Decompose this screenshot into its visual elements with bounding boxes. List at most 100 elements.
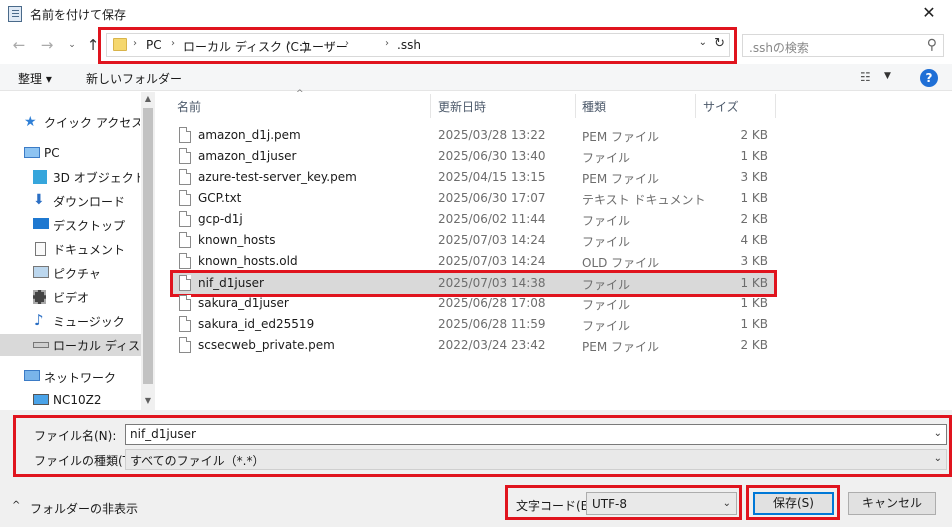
file-type: PEM ファイル	[582, 172, 659, 186]
sidebar-item-label: NC10Z2	[53, 393, 102, 407]
column-header-size[interactable]: サイズ	[703, 98, 739, 115]
sidebar-item-quick-access[interactable]: ★ クイック アクセス	[0, 111, 140, 133]
filename-value: nif_d1juser	[130, 427, 196, 441]
sidebar-item-music[interactable]: ♪ ミュージック	[0, 310, 140, 332]
file-row[interactable]: azure-test-server_key.pem 2025/04/15 13:…	[173, 167, 776, 188]
file-size: 1 KB	[740, 149, 768, 163]
column-header-type[interactable]: 種類	[582, 98, 606, 115]
file-row[interactable]: sakura_d1juser 2025/06/28 17:08 ファイル 1 K…	[173, 293, 776, 314]
scroll-down-icon[interactable]: ▼	[141, 396, 155, 405]
file-icon	[179, 316, 191, 332]
search-icon: ⚲	[926, 37, 937, 53]
view-options-icon[interactable]: ☷	[860, 70, 871, 84]
music-icon: ♪	[34, 311, 44, 329]
sidebar-item-nc10z2[interactable]: NC10Z2	[0, 390, 140, 412]
text-file-icon	[179, 190, 191, 206]
picture-icon	[33, 266, 49, 278]
sidebar-item-videos[interactable]: ビデオ	[0, 286, 140, 308]
save-button[interactable]: 保存(S)	[753, 492, 834, 515]
sidebar-item-pc[interactable]: PC	[0, 143, 140, 165]
file-size: 1 KB	[740, 317, 768, 331]
hide-folders-button[interactable]: フォルダーの非表示	[30, 500, 138, 517]
new-folder-button[interactable]: 新しいフォルダー	[86, 70, 182, 87]
encoding-select[interactable]: UTF-8 ⌄	[586, 492, 737, 515]
help-icon[interactable]: ?	[920, 69, 938, 87]
sidebar-scrollbar-thumb[interactable]	[143, 108, 153, 384]
file-row[interactable]: GCP.txt 2025/06/30 17:07 テキスト ドキュメント 1 K…	[173, 188, 776, 209]
search-placeholder: .sshの検索	[749, 41, 809, 55]
close-button[interactable]: ✕	[906, 0, 952, 28]
cube-icon	[33, 170, 47, 184]
column-header-date[interactable]: 更新日時	[438, 98, 486, 115]
view-dropdown-icon[interactable]: ▼	[884, 71, 891, 81]
file-row[interactable]: gcp-d1j 2025/06/02 11:44 ファイル 2 KB	[173, 209, 776, 230]
column-divider[interactable]	[775, 94, 776, 118]
file-row[interactable]: amazon_d1j.pem 2025/03/28 13:22 PEM ファイル…	[173, 125, 776, 146]
file-type: PEM ファイル	[582, 340, 659, 354]
window-title: 名前を付けて保存	[30, 8, 127, 22]
recent-locations-button[interactable]: ⌄	[63, 35, 81, 55]
cancel-button[interactable]: キャンセル	[848, 492, 936, 515]
column-divider[interactable]	[430, 94, 431, 118]
file-date: 2025/03/28 13:22	[438, 128, 546, 142]
file-row[interactable]: sakura_id_ed25519 2025/06/28 11:59 ファイル …	[173, 314, 776, 335]
notepad-icon	[8, 6, 22, 22]
file-size: 2 KB	[740, 338, 768, 352]
address-annotation-box	[98, 27, 737, 64]
file-row[interactable]: known_hosts 2025/07/03 14:24 ファイル 4 KB	[173, 230, 776, 251]
file-size: 4 KB	[740, 233, 768, 247]
file-icon	[179, 232, 191, 248]
file-date: 2025/06/28 11:59	[438, 317, 546, 331]
organize-button[interactable]: 整理 ▾	[18, 70, 52, 87]
sidebar-item-label: クイック アクセス	[44, 116, 140, 130]
file-name: known_hosts	[198, 233, 276, 247]
file-size: 2 KB	[740, 128, 768, 142]
sidebar-item-label: ダウンロード	[53, 195, 126, 209]
file-row[interactable]: scsecweb_private.pem 2022/03/24 23:42 PE…	[173, 335, 776, 356]
sidebar-item-label: ローカル ディスク (C	[53, 339, 141, 353]
sidebar-item-network[interactable]: ネットワーク	[0, 366, 140, 388]
chevron-down-icon[interactable]: ⌄	[934, 428, 942, 439]
file-size: 2 KB	[740, 212, 768, 226]
column-header-name[interactable]: 名前	[177, 98, 201, 115]
file-name: amazon_d1juser	[198, 149, 297, 163]
sidebar-item-label: PC	[44, 146, 60, 160]
filename-input[interactable]: nif_d1juser ⌄	[125, 424, 947, 445]
sidebar-item-local-disk[interactable]: ローカル ディスク (C	[0, 334, 141, 356]
file-name: GCP.txt	[198, 191, 242, 205]
desktop-icon	[33, 218, 49, 229]
scroll-up-icon[interactable]: ▲	[141, 94, 155, 103]
search-input[interactable]: .sshの検索 ⚲	[742, 34, 944, 57]
sidebar-item-label: ピクチャ	[53, 267, 101, 281]
file-icon	[179, 127, 191, 143]
back-button[interactable]: ←	[10, 35, 28, 55]
filetype-select[interactable]: すべてのファイル（*.*） ⌄	[125, 449, 947, 470]
video-icon	[33, 290, 46, 304]
file-type: OLD ファイル	[582, 256, 660, 270]
document-icon	[35, 242, 46, 256]
caret-up-icon[interactable]: ^	[12, 500, 20, 511]
star-icon: ★	[24, 114, 37, 130]
sidebar-item-3d-objects[interactable]: 3D オブジェクト	[0, 166, 140, 188]
sidebar-item-label: ドキュメント	[53, 243, 126, 257]
file-date: 2025/06/30 17:07	[438, 191, 546, 205]
sidebar-item-documents[interactable]: ドキュメント	[0, 238, 140, 260]
chevron-down-icon[interactable]: ⌄	[934, 453, 942, 464]
command-bar: 整理 ▾ 新しいフォルダー ☷ ▼ ?	[0, 64, 952, 91]
sidebar-item-desktop[interactable]: デスクトップ	[0, 214, 140, 236]
file-name: known_hosts.old	[198, 254, 298, 268]
forward-button[interactable]: →	[38, 35, 56, 55]
file-name: azure-test-server_key.pem	[198, 170, 357, 184]
column-divider[interactable]	[575, 94, 576, 118]
network-icon	[24, 370, 40, 381]
column-divider[interactable]	[695, 94, 696, 118]
sidebar-item-downloads[interactable]: ⬇ ダウンロード	[0, 190, 140, 212]
file-name: sakura_id_ed25519	[198, 317, 315, 331]
chevron-down-icon[interactable]: ⌄	[723, 498, 731, 509]
sidebar-item-pictures[interactable]: ピクチャ	[0, 262, 140, 284]
file-type: PEM ファイル	[582, 130, 659, 144]
file-row[interactable]: amazon_d1juser 2025/06/30 13:40 ファイル 1 K…	[173, 146, 776, 167]
file-date: 2025/06/02 11:44	[438, 212, 546, 226]
file-date: 2025/07/03 14:24	[438, 254, 546, 268]
file-row[interactable]: known_hosts.old 2025/07/03 14:24 OLD ファイ…	[173, 251, 776, 272]
